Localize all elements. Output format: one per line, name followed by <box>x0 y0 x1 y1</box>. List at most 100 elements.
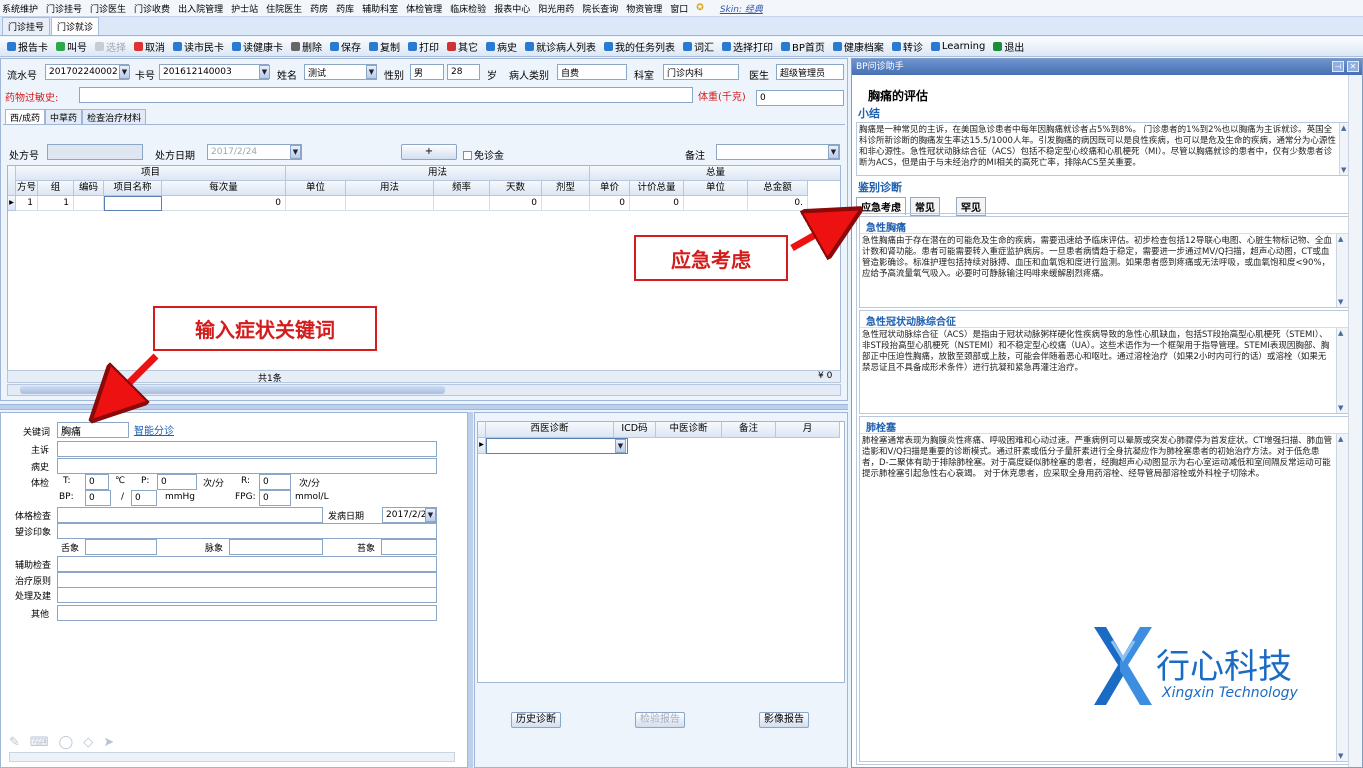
menu-item[interactable]: 药房 <box>310 2 328 15</box>
close-icon[interactable]: ✕ <box>1347 61 1359 72</box>
bottom-splitter[interactable] <box>468 412 473 768</box>
section-scrollbar[interactable] <box>1336 434 1348 761</box>
toolbar-button[interactable]: 选择打印 <box>718 38 777 56</box>
toolbar-button[interactable]: 读市民卡 <box>169 38 228 56</box>
menu-item[interactable]: 辅助科室 <box>362 2 398 15</box>
menu-item[interactable]: 物资管理 <box>626 2 662 15</box>
inspection-input[interactable] <box>57 523 437 539</box>
doctor-field[interactable] <box>776 64 844 80</box>
respiration-input[interactable] <box>259 474 291 490</box>
grid-cell[interactable]: 0 <box>162 196 286 211</box>
grid-cell[interactable]: 0 <box>630 196 684 211</box>
onset-dropdown-icon[interactable]: ▼ <box>425 508 436 522</box>
exam-input[interactable] <box>57 507 323 523</box>
keyboard-icon[interactable]: ⌨ <box>30 735 59 750</box>
age-field[interactable] <box>447 64 480 80</box>
grid-cell[interactable]: 1 <box>38 196 74 211</box>
toolbar-button[interactable]: 打印 <box>404 38 443 56</box>
lab-report-button[interactable]: 检验报告 <box>635 712 685 728</box>
toolbar-button[interactable]: 词汇 <box>679 38 718 56</box>
add-rx-button[interactable]: + <box>401 144 457 160</box>
rx-date-field[interactable] <box>207 144 302 160</box>
toolbar-button[interactable]: Learning <box>927 38 989 56</box>
menu-item[interactable]: 出入院管理 <box>178 2 223 15</box>
grid-cell[interactable] <box>74 196 104 211</box>
menu-item[interactable]: 报表中心 <box>494 2 530 15</box>
toolbar-button[interactable]: 删除 <box>287 38 326 56</box>
toolbar-button[interactable]: 叫号 <box>52 38 91 56</box>
coating-input[interactable] <box>381 539 437 555</box>
card-dropdown-icon[interactable]: ▼ <box>259 65 270 79</box>
tab-clinic[interactable]: 门诊就诊 <box>51 17 100 35</box>
menu-item[interactable]: 护士站 <box>231 2 258 15</box>
toolbar-button[interactable]: 转诊 <box>888 38 927 56</box>
exempt-checkbox-wrap[interactable]: 免诊金 <box>463 147 504 162</box>
history-input[interactable] <box>57 458 437 474</box>
pointer-icon[interactable]: ➤ <box>103 735 124 750</box>
image-report-button[interactable]: 影像报告 <box>759 712 809 728</box>
skin-label[interactable]: Skin: 经典 <box>720 2 763 15</box>
toolbar-button[interactable]: 退出 <box>989 38 1028 56</box>
pin-icon[interactable]: ⊣ <box>1332 61 1344 72</box>
other-input[interactable] <box>57 605 437 621</box>
pen-icon[interactable]: ✎ <box>9 735 30 750</box>
grid-cell[interactable] <box>104 196 162 211</box>
rx-remark-dropdown-icon[interactable]: ▼ <box>828 145 839 159</box>
rx-date-dropdown-icon[interactable]: ▼ <box>290 145 301 159</box>
eraser-icon[interactable]: ◇ <box>83 735 103 750</box>
menu-item[interactable]: 阳光用药 <box>538 2 574 15</box>
ink-scrollbar[interactable] <box>9 752 455 762</box>
rx-remark-field[interactable] <box>716 144 840 160</box>
grid-cell[interactable] <box>346 196 434 211</box>
assistant-scrollbar[interactable] <box>1348 75 1362 767</box>
toolbar-button[interactable]: 我的任务列表 <box>600 38 679 56</box>
serial-field[interactable] <box>45 64 129 80</box>
grid-cell[interactable] <box>542 196 590 211</box>
allergy-field[interactable] <box>79 87 693 103</box>
name-dropdown-icon[interactable]: ▼ <box>366 65 377 79</box>
complaint-input[interactable] <box>57 441 437 457</box>
grid-cell[interactable] <box>286 196 346 211</box>
menu-item[interactable]: 住院医生 <box>266 2 302 15</box>
disposal-input[interactable] <box>57 587 437 603</box>
menu-item[interactable]: 门诊医生 <box>90 2 126 15</box>
card-field[interactable] <box>159 64 269 80</box>
grid-cell[interactable]: 0 <box>590 196 630 211</box>
menu-item[interactable]: 临床检验 <box>450 2 486 15</box>
toolbar-button[interactable]: 读健康卡 <box>228 38 287 56</box>
aux-exam-input[interactable] <box>57 556 437 572</box>
section-scrollbar[interactable] <box>1336 234 1348 307</box>
menu-item[interactable]: 院长查询 <box>582 2 618 15</box>
weight-field[interactable] <box>756 90 844 106</box>
tongue-input[interactable] <box>85 539 157 555</box>
menu-item[interactable]: 门诊挂号 <box>46 2 82 15</box>
horizontal-scrollbar[interactable] <box>7 384 841 396</box>
sex-field[interactable] <box>410 64 444 80</box>
toolbar-button[interactable]: 其它 <box>443 38 482 56</box>
keyword-input[interactable] <box>57 422 129 438</box>
patient-type-field[interactable] <box>557 64 627 80</box>
toolbar-button[interactable]: 病史 <box>482 38 521 56</box>
tab-registration[interactable]: 门诊挂号 <box>2 17 51 35</box>
pulse-sign-input[interactable] <box>229 539 323 555</box>
menu-item[interactable]: 窗口 <box>670 2 688 15</box>
dx-dropdown-icon[interactable]: ▼ <box>615 439 626 453</box>
lasso-icon[interactable]: ◯ <box>59 735 84 750</box>
menu-item[interactable]: 系统维护 <box>2 2 38 15</box>
toolbar-button[interactable]: 报告卡 <box>3 38 52 56</box>
history-diagnosis-button[interactable]: 历史诊断 <box>511 712 561 728</box>
pulse-input[interactable] <box>157 474 197 490</box>
splitter[interactable] <box>0 404 848 410</box>
section-scrollbar[interactable] <box>1336 328 1348 413</box>
exempt-checkbox[interactable] <box>463 151 472 160</box>
temperature-input[interactable] <box>85 474 109 490</box>
dept-field[interactable] <box>663 64 739 80</box>
toolbar-button[interactable]: BP首页 <box>777 38 829 56</box>
menu-item[interactable]: 药库 <box>336 2 354 15</box>
toolbar-button[interactable]: 就诊病人列表 <box>521 38 600 56</box>
grid-cell[interactable] <box>684 196 748 211</box>
toolbar-button[interactable]: 健康档案 <box>829 38 888 56</box>
toolbar-button[interactable]: 取消 <box>130 38 169 56</box>
dx-western-cell[interactable]: ▼ <box>486 438 628 454</box>
smart-triage-link[interactable]: 智能分诊 <box>134 422 174 437</box>
